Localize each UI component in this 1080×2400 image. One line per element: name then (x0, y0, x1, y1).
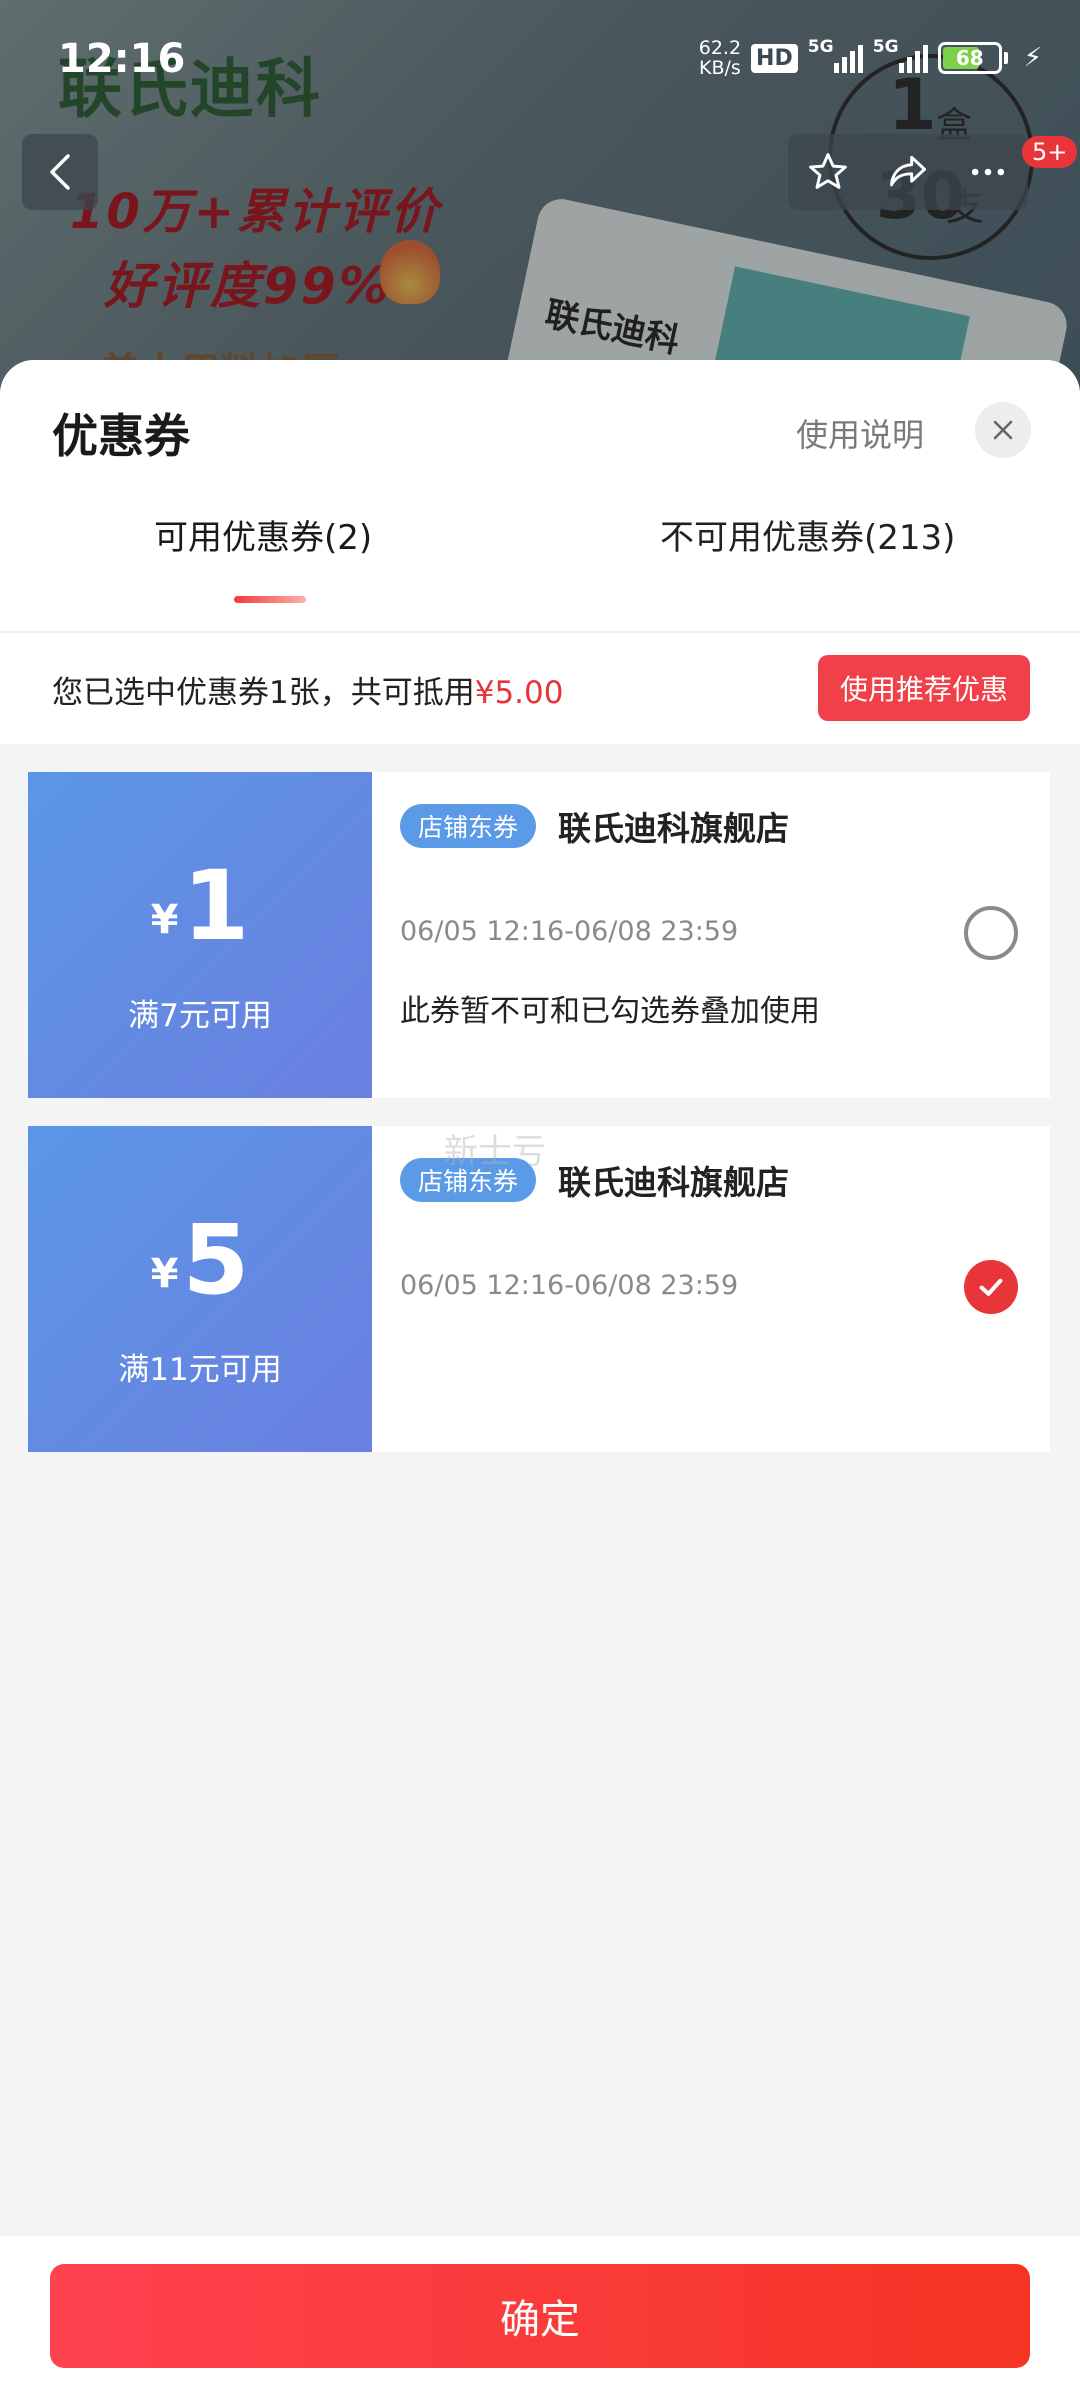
currency-symbol: ¥ (150, 897, 179, 943)
coupon-validity: 06/05 12:16-06/08 23:59 (400, 1270, 739, 1301)
sheet-header: 优惠券 使用说明 可用优惠券(2) 不可用优惠券(213) (0, 360, 1080, 633)
coupon-note: 此券暂不可和已勾选券叠加使用 (400, 994, 820, 1029)
summary-amount: ¥5.00 (474, 675, 564, 711)
status-bar: 12:16 62.2 KB/s HD 5G 5G 68 ⚡ (0, 0, 1080, 110)
coupon-threshold: 满11元可用 (118, 1352, 282, 1388)
coupon-select-radio[interactable] (964, 906, 1018, 960)
battery-icon: 68 (937, 42, 1008, 74)
coupon-amount: ¥1 (28, 850, 372, 962)
status-icons: 62.2 KB/s HD 5G 5G 68 ⚡ (699, 37, 1042, 78)
active-tab-indicator (234, 596, 306, 603)
network-speed-unit: KB/s (698, 57, 741, 79)
lightning-icon: ⚡ (1023, 43, 1042, 73)
store-name: 联氏迪科旗舰店 (558, 1163, 789, 1202)
sheet-footer: 确定 (0, 2236, 1080, 2400)
close-icon (993, 420, 1013, 440)
battery-level: 68 (955, 46, 984, 70)
coupon-amount: ¥5 (28, 1204, 372, 1316)
cart-count-badge: 5+ (1022, 136, 1078, 168)
usage-instructions-link[interactable]: 使用说明 (796, 410, 924, 456)
status-time: 12:16 (58, 36, 186, 82)
signal-label-2: 5G (872, 37, 899, 57)
coupon-value-panel: ¥1 满7元可用 (22, 772, 372, 1098)
close-button[interactable] (975, 402, 1031, 458)
sheet-title: 优惠券 (52, 409, 190, 463)
coupon-amount-value: 1 (182, 850, 250, 962)
network-speed: 62.2 KB/s (699, 38, 741, 78)
store-name: 联氏迪科旗舰店 (558, 809, 789, 848)
signal-icon-1: 5G (808, 37, 863, 73)
tab-available-coupons[interactable]: 可用优惠券(2) (154, 510, 372, 559)
summary-text: 您已选中优惠券1张，共可抵用¥5.00 (52, 667, 563, 712)
confirm-button[interactable]: 确定 (50, 2264, 1030, 2368)
coupon-tabs: 可用优惠券(2) 不可用优惠券(213) (0, 510, 1080, 600)
currency-symbol: ¥ (150, 1251, 179, 1297)
coupon-amount-value: 5 (182, 1204, 250, 1316)
more-icon[interactable] (966, 150, 1010, 194)
selection-summary: 您已选中优惠券1张，共可抵用¥5.00 使用推荐优惠 (0, 632, 1080, 744)
coupon-select-radio[interactable] (964, 1260, 1018, 1314)
back-button[interactable] (22, 134, 98, 210)
signal-label-1: 5G (807, 37, 834, 57)
check-icon (979, 1278, 1003, 1296)
signal-icon-2: 5G (873, 37, 928, 73)
coupon-value-panel: ¥5 满11元可用 (22, 1126, 372, 1452)
tab-unavailable-coupons[interactable]: 不可用优惠券(213) (660, 510, 955, 559)
coupon-validity: 06/05 12:16-06/08 23:59 (400, 916, 739, 947)
coupon-card[interactable]: ¥5 满11元可用 店铺东券 联氏迪科旗舰店 06/05 12:16-06/08… (22, 1126, 1050, 1452)
summary-prefix: 您已选中优惠券1张，共可抵用 (52, 675, 475, 711)
top-action-group (788, 134, 1028, 210)
share-icon[interactable] (885, 150, 931, 194)
store-coupon-tag: 店铺东券 (400, 804, 537, 848)
watermark-text: 新士亏 (444, 1132, 546, 1172)
hd-icon: HD (751, 43, 798, 73)
coupon-card[interactable]: ¥1 满7元可用 店铺东券 联氏迪科旗舰店 06/05 12:16-06/08 … (22, 772, 1050, 1098)
coupon-info: 店铺东券 联氏迪科旗舰店 06/05 12:16-06/08 23:59 此券暂… (372, 772, 1050, 1098)
coupon-sheet: 优惠券 使用说明 可用优惠券(2) 不可用优惠券(213) 您已选中优惠券1张，… (0, 360, 1080, 2400)
star-icon[interactable] (806, 150, 850, 194)
use-recommended-button[interactable]: 使用推荐优惠 (818, 655, 1030, 721)
coupon-info: 店铺东券 联氏迪科旗舰店 06/05 12:16-06/08 23:59 (372, 1126, 1050, 1452)
coupon-threshold: 满7元可用 (128, 998, 272, 1034)
back-arrow-icon (50, 154, 70, 190)
network-speed-value: 62.2 (698, 37, 742, 59)
